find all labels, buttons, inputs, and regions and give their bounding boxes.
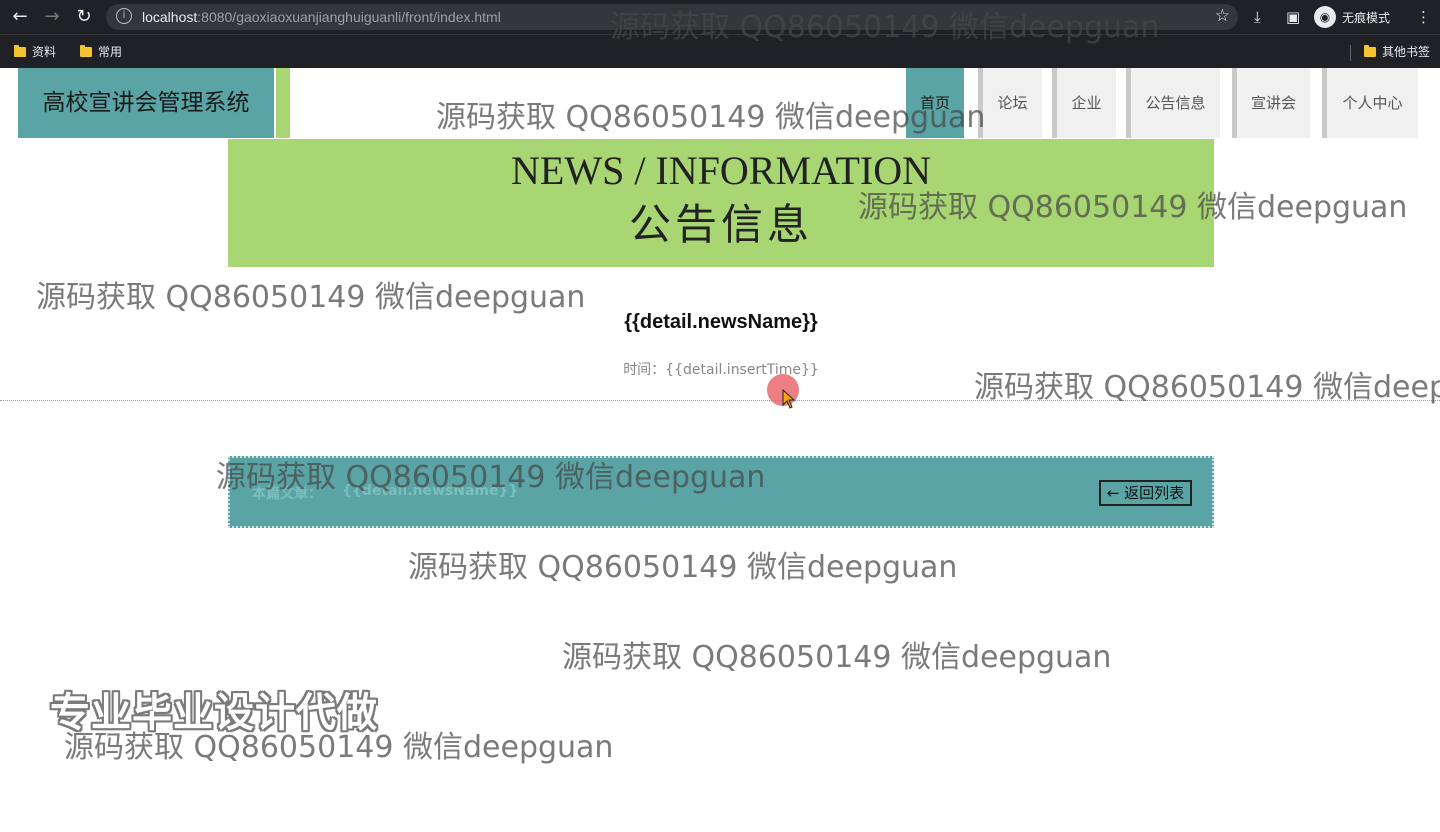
nav-company[interactable]: 企业 — [1052, 68, 1116, 138]
bookmark-folder-other[interactable]: 其他书签 — [1364, 43, 1430, 60]
folder-icon — [1364, 44, 1376, 57]
bookmark-folder-changyong[interactable]: 常用 — [80, 43, 122, 60]
back-arrow-icon[interactable]: ← — [8, 5, 32, 29]
news-time: 时间：{{detail.insertTime}} — [623, 362, 819, 378]
bookmark-label: 资料 — [32, 45, 57, 59]
nav-announcements[interactable]: 公告信息 — [1126, 68, 1220, 138]
side-panel-icon[interactable]: ▣ — [1286, 5, 1300, 29]
site-info-icon[interactable]: i — [116, 8, 132, 24]
back-to-list-label: 返回列表 — [1124, 484, 1185, 502]
bookmark-label: 常用 — [98, 45, 123, 59]
incognito-indicator[interactable]: ◉ 无痕模式 — [1314, 5, 1390, 29]
promo-overlay: 专业毕业设计代做 — [50, 690, 378, 736]
nav-presentations[interactable]: 宣讲会 — [1232, 68, 1310, 138]
nav-home[interactable]: 首页 — [906, 68, 964, 138]
bookmarks-divider — [1350, 45, 1351, 61]
brand-accent — [276, 68, 290, 138]
article-label: 本篇文章： — [252, 486, 322, 502]
incognito-icon: ◉ — [1314, 6, 1336, 28]
banner-title-cn: 公告信息 — [628, 200, 813, 249]
folder-icon — [80, 44, 92, 57]
back-to-list-button[interactable]: ← 返回列表 — [1099, 480, 1192, 506]
article-nav-bar: 本篇文章： {{detail.newsName}} ← 返回列表 — [228, 456, 1214, 528]
bookmark-folder-ziliao[interactable]: 资料 — [14, 43, 56, 60]
download-icon[interactable]: ⤓ — [1254, 5, 1261, 29]
forward-arrow-icon[interactable]: → — [40, 5, 64, 29]
incognito-label: 无痕模式 — [1342, 10, 1391, 25]
banner-title-en: NEWS / INFORMATION — [511, 148, 931, 193]
url-text: localhost:8080/gaoxiaoxuanjianghuiguanli… — [142, 9, 501, 25]
article-link[interactable]: {{detail.newsName}} — [342, 483, 518, 499]
browser-toolbar: ← → ↻ i localhost:8080/gaoxiaoxuanjiangh… — [0, 0, 1440, 34]
address-bar[interactable]: i localhost:8080/gaoxiaoxuanjianghuiguan… — [106, 4, 1238, 30]
bookmark-star-icon[interactable]: ☆ — [1215, 6, 1230, 26]
folder-icon — [14, 44, 26, 57]
page-banner: NEWS / INFORMATION 公告信息 — [228, 139, 1214, 267]
bookmarks-bar: 资料 常用 其他书签 — [0, 34, 1440, 68]
menu-dots-icon[interactable]: ⋮ — [1416, 5, 1431, 29]
nav-profile[interactable]: 个人中心 — [1322, 68, 1418, 138]
mouse-cursor-icon — [782, 389, 796, 409]
page-content: 高校宣讲会管理系统 首页 论坛 企业 公告信息 宣讲会 个人中心 NEWS / … — [0, 68, 1440, 832]
bookmark-label: 其他书签 — [1382, 45, 1431, 59]
reload-icon[interactable]: ↻ — [72, 5, 96, 29]
news-title: {{detail.newsName}} — [624, 311, 818, 333]
site-brand[interactable]: 高校宣讲会管理系统 — [18, 68, 274, 138]
divider — [0, 400, 1440, 401]
nav-forum[interactable]: 论坛 — [978, 68, 1042, 138]
arrow-left-icon: ← — [1106, 484, 1120, 502]
